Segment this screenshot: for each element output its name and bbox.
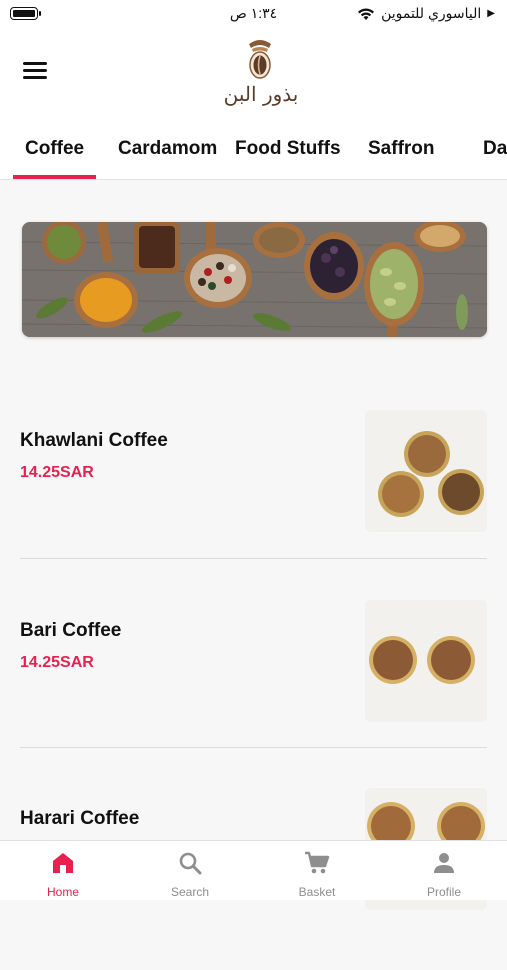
- coffee-bean-logo-icon: [249, 40, 271, 79]
- menu-button[interactable]: [23, 62, 47, 82]
- nav-profile-label: Profile: [426, 885, 461, 899]
- active-tab-indicator: [13, 175, 96, 179]
- product-image[interactable]: [365, 600, 487, 722]
- brand-logo: بذور البن: [221, 38, 301, 108]
- spices-illustration: [22, 222, 487, 337]
- tab-food-stuffs[interactable]: Food Stuffs: [235, 138, 341, 160]
- status-bar: ١:٣٤ ص الياسوري للتموين ▶: [0, 0, 507, 28]
- logo-text: بذور البن: [223, 82, 299, 106]
- product-name[interactable]: Harari Coffee: [20, 808, 139, 830]
- spices-banner-image[interactable]: [22, 222, 487, 337]
- nav-search[interactable]: Search: [127, 841, 253, 901]
- profile-icon: [434, 853, 454, 873]
- status-carrier: الياسوري للتموين ▶: [357, 5, 495, 22]
- nav-profile[interactable]: Profile: [381, 841, 507, 901]
- carrier-name: الياسوري للتموين: [381, 5, 482, 21]
- nav-basket[interactable]: Basket: [254, 841, 380, 901]
- divider: [20, 747, 487, 748]
- category-tabs: Coffee Cardamom Food Stuffs Saffron Dat: [0, 124, 507, 180]
- play-icon: ▶: [487, 8, 495, 19]
- cart-icon: [305, 851, 330, 874]
- product-card[interactable]: Khawlani Coffee 14.25SAR: [0, 400, 507, 590]
- product-name[interactable]: Bari Coffee: [20, 620, 121, 642]
- product-price: 14.25SAR: [20, 654, 94, 671]
- search-icon: [179, 852, 202, 875]
- product-card[interactable]: Bari Coffee 14.25SAR: [0, 590, 507, 780]
- wifi-icon: [358, 8, 375, 20]
- nav-home[interactable]: Home: [0, 841, 126, 901]
- nav-basket-label: Basket: [298, 885, 336, 899]
- tab-coffee[interactable]: Coffee: [25, 138, 84, 160]
- tab-dates[interactable]: Dat: [483, 138, 507, 160]
- home-icon: [53, 853, 73, 873]
- product-price: 14.25SAR: [20, 464, 94, 481]
- nav-home-label: Home: [46, 885, 79, 899]
- divider: [20, 558, 487, 559]
- nav-search-label: Search: [170, 885, 210, 899]
- product-image[interactable]: [365, 410, 487, 532]
- app-header: بذور البن: [0, 28, 507, 124]
- tab-cardamom[interactable]: Cardamom: [118, 138, 217, 160]
- tab-saffron[interactable]: Saffron: [368, 138, 435, 160]
- product-name[interactable]: Khawlani Coffee: [20, 430, 168, 452]
- bottom-nav: Home Search Basket Profile: [0, 840, 507, 900]
